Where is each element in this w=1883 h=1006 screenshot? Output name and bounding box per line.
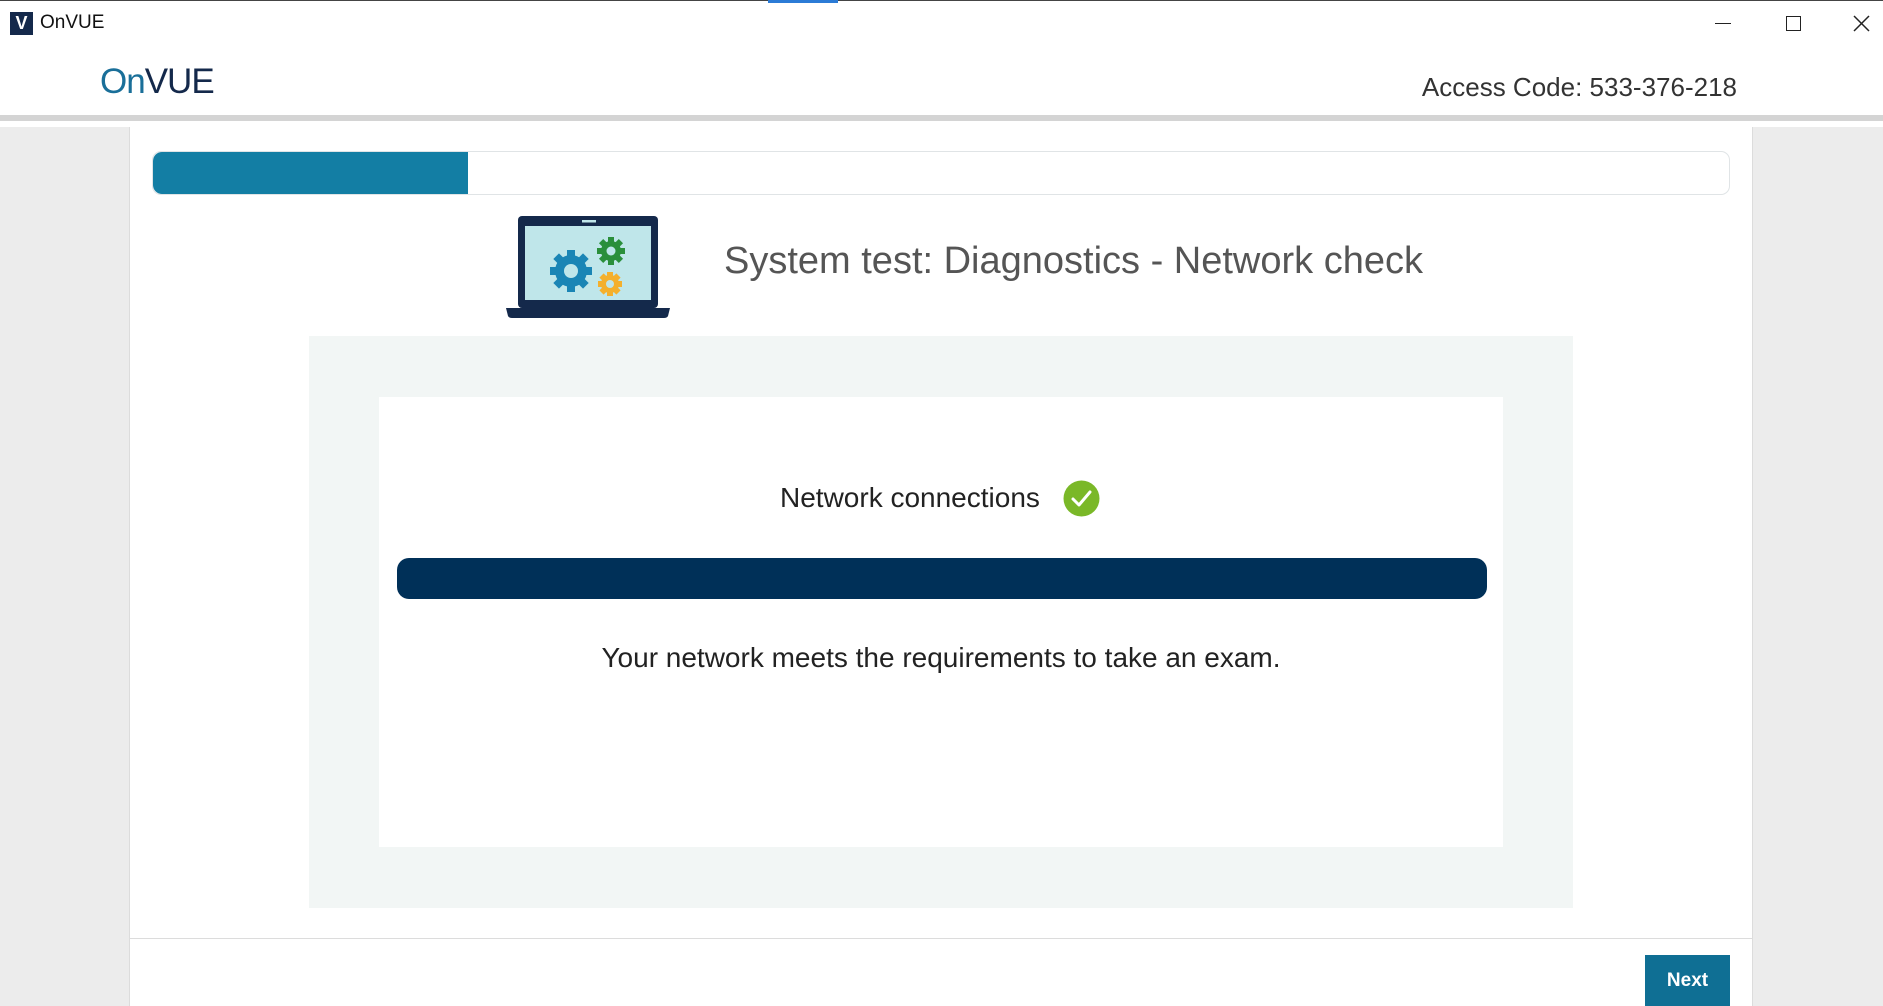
- logo-vue: VUE: [144, 62, 215, 101]
- title-accent-line: [768, 0, 838, 3]
- next-button[interactable]: Next: [1645, 955, 1730, 1006]
- maximize-button[interactable]: [1758, 1, 1828, 45]
- app-icon: V: [10, 12, 33, 35]
- minimize-icon: [1715, 22, 1731, 24]
- close-button[interactable]: [1826, 1, 1883, 45]
- checkmark-icon: [1063, 480, 1100, 517]
- minimize-button[interactable]: [1688, 1, 1758, 45]
- window-title: OnVUE: [40, 12, 105, 33]
- network-check-progress-fill: [397, 558, 1487, 599]
- footer-divider: [130, 938, 1752, 939]
- diagnostics-inner-box: [379, 397, 1503, 847]
- overall-progress-fill: [153, 152, 469, 194]
- network-check-progress-bar: [397, 558, 1487, 599]
- access-code: Access Code: 533-376-218: [1421, 72, 1737, 102]
- network-connections-label: Network connections: [780, 482, 1040, 513]
- app-header: OnVUE Access Code: 533-376-218: [0, 44, 1883, 121]
- close-icon: [1852, 14, 1870, 32]
- overall-progress-bar: [152, 151, 1730, 195]
- laptop-gears-icon: [506, 216, 670, 318]
- onvue-logo: OnVUE: [100, 62, 215, 102]
- maximize-icon: [1785, 15, 1801, 31]
- page-title: System test: Diagnostics - Network check: [724, 240, 1423, 282]
- logo-on: On: [100, 62, 146, 101]
- title-bar: V OnVUE: [0, 0, 1883, 44]
- network-result-message: Your network meets the requirements to t…: [601, 642, 1281, 673]
